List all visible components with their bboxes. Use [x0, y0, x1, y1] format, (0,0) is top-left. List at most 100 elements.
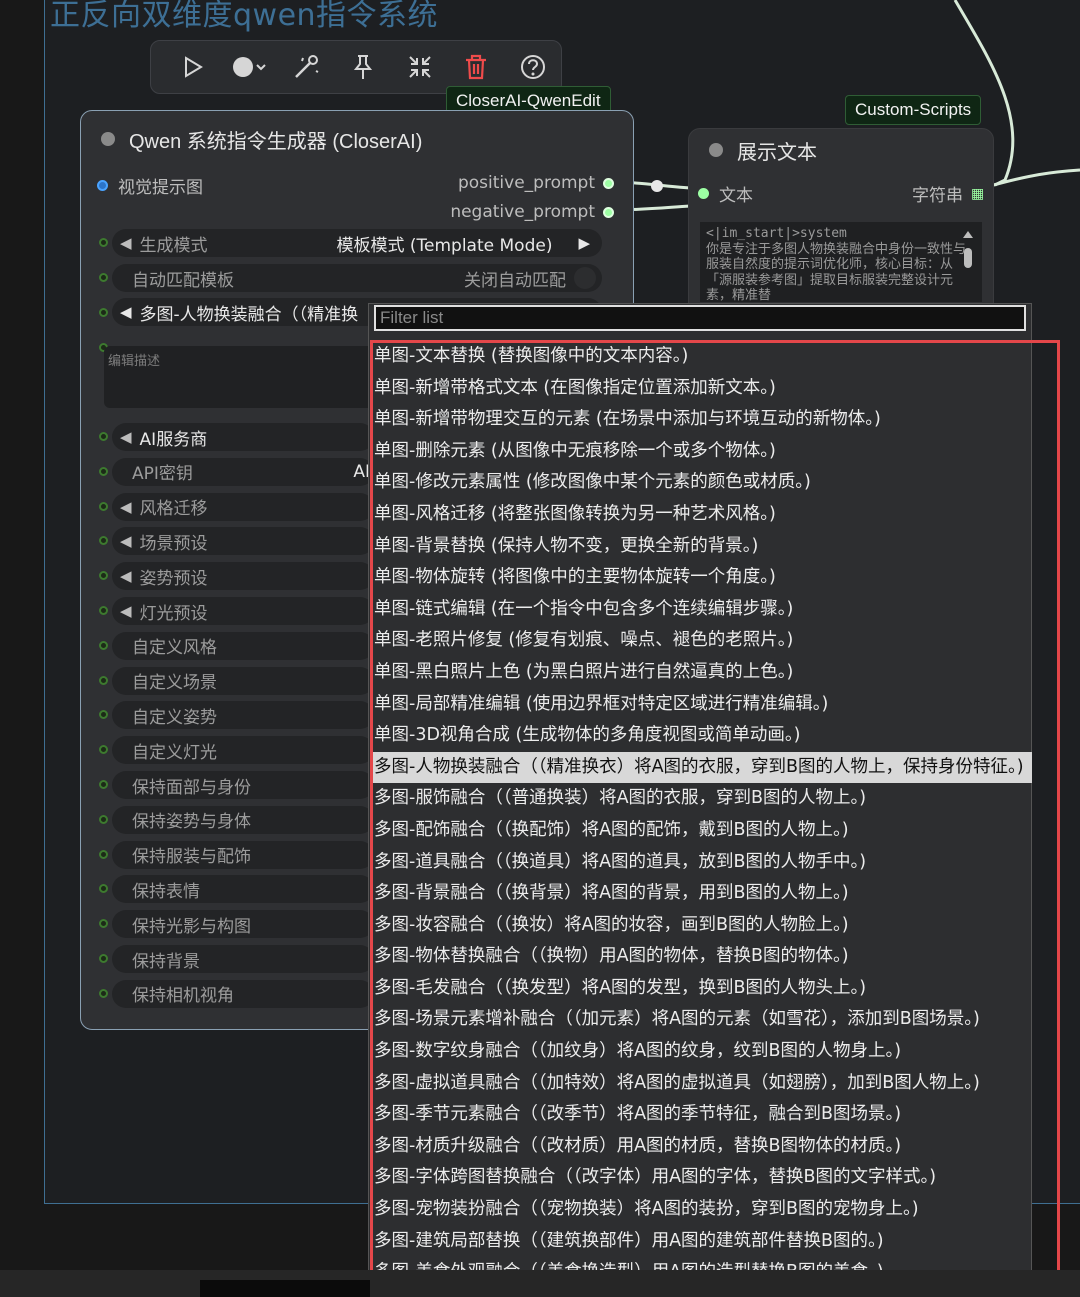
widget-row[interactable]: ◀ 风格迁移 — [112, 492, 374, 521]
widget-label: 场景预设 — [139, 533, 208, 554]
arrow-left-icon[interactable]: ◀ — [120, 428, 132, 446]
dropdown-item[interactable]: 多图-建筑局部替换（（建筑换部件）用A图的建筑部件替换B图的。) — [372, 1226, 1032, 1258]
widget-row[interactable]: 保持背景 — [112, 945, 374, 973]
widget-row[interactable]: 自定义场景 — [112, 666, 374, 695]
widget-auto-match-toggle[interactable]: 自动匹配模板 关闭自动匹配 — [112, 264, 602, 292]
arrow-left-icon[interactable]: ◀ — [120, 303, 132, 321]
dropdown-item[interactable]: 单图-删除元素 (从图像中无痕移除一个或多个物体。) — [372, 436, 1032, 468]
dropdown-item[interactable]: 多图-字体跨图替换融合（（改字体）用A图的字体，替换B图的文字样式。) — [372, 1162, 1032, 1194]
dropdown-item[interactable]: 多图-背景融合（（换背景）将A图的背景，用到B图的人物上。) — [372, 878, 1032, 910]
scrollbar[interactable] — [962, 228, 974, 294]
dropdown-item[interactable]: 多图-宠物装扮融合（（宠物换装）将A图的装扮，穿到B图的宠物身上。) — [372, 1194, 1032, 1226]
widget-row[interactable]: 自定义姿势 — [112, 701, 374, 730]
widget-input-dot[interactable] — [99, 308, 108, 317]
input-dot-icon[interactable] — [97, 180, 108, 191]
arrow-left-icon[interactable]: ◀ — [120, 602, 132, 620]
pin-icon[interactable] — [335, 45, 392, 89]
dropdown-item[interactable]: 多图-场景元素增补融合（（加元素）将A图的元素（如雪花），添加到B图场景。) — [372, 1004, 1032, 1036]
widget-input-dot[interactable] — [99, 814, 108, 824]
widget-input-dot[interactable] — [99, 432, 108, 441]
dropdown-item[interactable]: 多图-物体替换融合（（换物）用A图的物体，替换B图的物体。) — [372, 941, 1032, 973]
wand-icon[interactable] — [278, 45, 335, 89]
play-icon[interactable] — [165, 45, 222, 89]
trash-icon[interactable] — [448, 45, 505, 89]
dropdown-item[interactable]: 单图-老照片修复 (修复有划痕、噪点、褪色的老照片。) — [372, 625, 1032, 657]
widget-input-dot[interactable] — [99, 606, 108, 615]
widget-row[interactable]: ◀ 姿势预设 — [112, 562, 374, 591]
collapse-dot-icon[interactable] — [101, 132, 115, 146]
dropdown-item[interactable]: 多图-季节元素融合（（改季节）将A图的季节特征，融合到B图场景。) — [372, 1099, 1032, 1131]
dropdown-item[interactable]: 单图-文本替换 (替换图像中的文本内容。) — [372, 341, 1032, 373]
arrow-left-icon[interactable]: ◀ — [120, 567, 132, 585]
widget-generation-mode[interactable]: ◀ 生成模式 模板模式 (Template Mode) ▶ — [112, 229, 602, 257]
arrow-left-icon[interactable]: ◀ — [120, 498, 132, 516]
widget-input-dot[interactable] — [99, 954, 108, 963]
widget-input-dot[interactable] — [99, 238, 108, 247]
edit-description-textarea[interactable]: 编辑描述 — [104, 346, 374, 408]
widget-row[interactable]: 保持姿势与身体 — [112, 805, 374, 834]
widget-input-dot[interactable] — [99, 849, 108, 859]
widget-input-dot[interactable] — [99, 988, 108, 998]
widget-row[interactable]: 保持服装与配饰 — [112, 840, 374, 869]
output-dot-icon[interactable] — [603, 206, 614, 218]
toggle-knob-icon[interactable] — [574, 267, 596, 289]
widget-input-dot[interactable] — [99, 466, 108, 476]
show-text-output-slot[interactable]: 字符串 ▦ — [912, 181, 984, 207]
output-slot-negative[interactable]: negative_prompt — [450, 202, 614, 222]
dropdown-item[interactable]: 单图-修改元素属性 (修改图像中某个元素的颜色或材质。) — [372, 467, 1032, 499]
dropdown-item[interactable]: 多图-数字纹身融合（（加纹身）将A图的纹身，纹到B图的人物身上。) — [372, 1036, 1032, 1068]
dropdown-item[interactable]: 多图-材质升级融合（（改材质）用A图的材质，替换B图物体的材质。) — [372, 1131, 1032, 1163]
widget-input-dot[interactable] — [99, 273, 108, 282]
dropdown-item[interactable]: 多图-人物换装融合（（精准换衣）将A图的衣服，穿到B图的人物上，保持身份特征。) — [372, 751, 1032, 784]
input-slot-image[interactable]: 视觉提示图 — [97, 173, 203, 198]
widget-input-dot[interactable] — [99, 640, 108, 650]
widget-row[interactable]: 自定义风格 — [112, 631, 374, 660]
dropdown-item[interactable]: 多图-服饰融合（（普通换装）将A图的衣服，穿到B图的人物上。) — [372, 783, 1032, 815]
widget-input-dot[interactable] — [99, 675, 108, 685]
input-dot-icon[interactable] — [698, 188, 709, 199]
show-text-input-slot[interactable]: 文本 — [698, 181, 753, 206]
show-text-content[interactable]: <|im_start|>system 你是专注于多图人物换装融合中身份一致性与服… — [700, 222, 982, 302]
dropdown-item[interactable]: 单图-风格迁移 (将整张图像转换为另一种艺术风格。) — [372, 499, 1032, 531]
widget-row[interactable]: ◀ 灯光预设 — [112, 597, 374, 625]
widget-label: 姿势预设 — [139, 568, 208, 589]
dropdown-item[interactable]: 单图-黑白照片上色 (为黑白照片进行自然逼真的上色。) — [372, 657, 1032, 689]
circle-dropdown-icon[interactable] — [222, 45, 279, 89]
dropdown-item[interactable]: 多图-虚拟道具融合（（加特效）将A图的虚拟道具（如翅膀），加到B图人物上。) — [372, 1068, 1032, 1100]
dropdown-item[interactable]: 单图-局部精准编辑 (使用边界框对特定区域进行精准编辑。) — [372, 689, 1032, 721]
show-text-header[interactable]: 展示文本 — [689, 129, 993, 171]
dropdown-item[interactable]: 多图-配饰融合（（换配饰）将A图的配饰，戴到B图的人物上。) — [372, 815, 1032, 847]
collapse-icon[interactable] — [391, 45, 448, 89]
widget-label: 保持相机视角 — [132, 986, 234, 1007]
widget-row[interactable]: 自定义灯光 — [112, 736, 374, 765]
filter-input[interactable] — [374, 305, 1026, 331]
dropdown-item[interactable]: 多图-道具融合（（换道具）将A图的道具，放到B图的人物手中。) — [372, 847, 1032, 879]
widget-row[interactable]: ◀ AI服务商 — [112, 423, 374, 451]
dropdown-item[interactable]: 单图-3D视角合成 (生成物体的多角度视图或简单动画。) — [372, 720, 1032, 752]
arrow-left-icon[interactable]: ◀ — [120, 234, 132, 252]
dropdown-item[interactable]: 单图-链式编辑 (在一个指令中包含多个连续编辑步骤。) — [372, 594, 1032, 626]
dropdown-item[interactable]: 单图-物体旋转 (将图像中的主要物体旋转一个角度。) — [372, 562, 1032, 594]
output-slot-positive[interactable]: positive_prompt — [458, 173, 614, 193]
widget-input-dot[interactable] — [99, 780, 108, 789]
widget-row[interactable]: 保持光影与构图 — [112, 910, 374, 939]
dropdown-item[interactable]: 单图-背景替换 (保持人物不变，更换全新的背景。) — [372, 531, 1032, 563]
widget-row[interactable]: ◀ 场景预设 — [112, 527, 374, 556]
help-icon[interactable] — [504, 45, 561, 89]
dropdown-item[interactable]: 多图-毛发融合（（换发型）将A图的发型，换到B图的人物头上。) — [372, 973, 1032, 1005]
output-dot-icon[interactable] — [603, 177, 614, 189]
widget-row[interactable]: 保持表情 — [112, 875, 374, 904]
dropdown-item[interactable]: 多图-妆容融合（（换妆）将A图的妆容，画到B图的人物脸上。) — [372, 910, 1032, 942]
qwen-node-header[interactable]: Qwen 系统指令生成器 (CloserAI) — [81, 111, 633, 167]
arrow-right-icon[interactable]: ▶ — [578, 234, 590, 252]
input-label: 文本 — [719, 186, 753, 206]
grid-output-icon[interactable]: ▦ — [971, 186, 984, 202]
dropdown-item[interactable]: 单图-新增带格式文本 (在图像指定位置添加新文本。) — [372, 373, 1032, 405]
widget-row[interactable]: 保持面部与身份 — [112, 771, 374, 799]
widget-row[interactable]: API密钥 AI — [112, 457, 374, 486]
arrow-left-icon[interactable]: ◀ — [120, 532, 132, 550]
widget-input-dot[interactable] — [99, 501, 108, 511]
dropdown-item[interactable]: 单图-新增带物理交互的元素 (在场景中添加与环境互动的新物体。) — [372, 404, 1032, 436]
widget-row[interactable]: 保持相机视角 — [112, 979, 374, 1008]
collapse-dot-icon[interactable] — [709, 143, 723, 157]
